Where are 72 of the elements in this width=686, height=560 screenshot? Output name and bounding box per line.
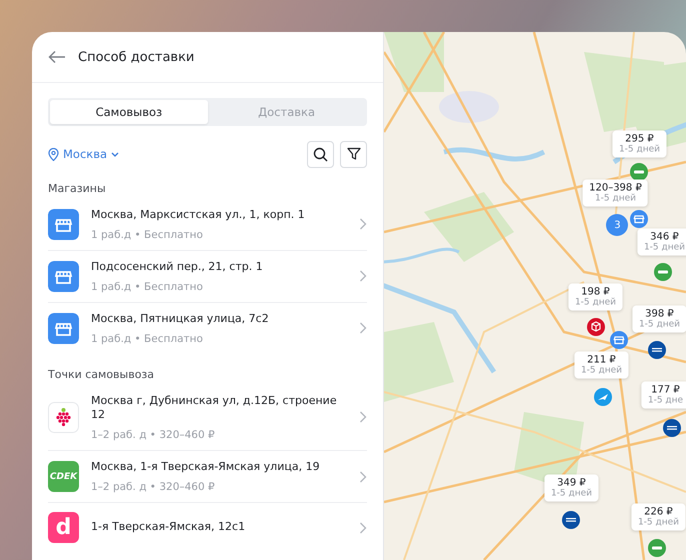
pin-price: 398 ₽: [645, 308, 674, 320]
pin-days: 1-5 дней: [594, 194, 636, 204]
pickup-address[interactable]: Подсосенский пер., 21, стр. 1: [91, 260, 348, 275]
search-icon: [313, 146, 328, 162]
pin-price: 349 ₽: [557, 478, 586, 488]
box-marker-icon[interactable]: [587, 318, 606, 336]
delivery-details: 1–2 раб. д • 320–460 ₽: [91, 481, 216, 494]
chevron-down-icon: [111, 152, 120, 156]
pin-days: 1-5 дней: [580, 366, 622, 376]
chevron-right-icon[interactable]: [359, 218, 368, 230]
city-selector[interactable]: Москва: [48, 147, 120, 161]
pin-price: 120–398 ₽: [589, 182, 642, 194]
delivery-details: 1–2 раб. д • 320–460 ₽: [91, 429, 216, 442]
back-arrow-icon[interactable]: [48, 50, 66, 64]
berry-logo-icon: [48, 402, 79, 433]
pin-price: 211 ₽: [587, 354, 616, 366]
pickup-address[interactable]: Москва, Марксистская ул., 1, корп. 1: [91, 208, 348, 223]
store-marker-icon[interactable]: [610, 331, 628, 349]
tab[interactable]: Самовывоз: [50, 100, 208, 124]
price-pin[interactable]: 226 ₽ 1-5 дней: [632, 504, 685, 530]
post-marker-icon[interactable]: [562, 511, 580, 529]
section-title: Магазины: [48, 182, 107, 195]
delivery-details: 1 раб.д • Бесплатно: [91, 228, 204, 241]
pickup-marker-icon[interactable]: [654, 263, 672, 281]
store-logo-icon: [48, 260, 79, 292]
chevron-right-icon[interactable]: [359, 411, 368, 424]
pickup-marker-icon[interactable]: [630, 163, 648, 181]
chevron-right-icon[interactable]: [359, 470, 368, 483]
location-pin-icon: [48, 148, 59, 160]
pin-price: 295 ₽: [625, 134, 654, 144]
cdek-logo: CDEK: [48, 461, 79, 492]
pickup-address[interactable]: Москва, 1-я Тверская-Ямская улица, 19: [91, 460, 348, 476]
pin-price: 226 ₽: [644, 506, 673, 518]
price-pin[interactable]: 120–398 ₽ 1-5 дней: [583, 180, 648, 206]
pin-days: 1-5 дней: [638, 320, 680, 330]
filter-button[interactable]: [340, 140, 368, 168]
search-button[interactable]: [307, 140, 334, 168]
header-title: Способ доставки: [78, 50, 194, 64]
pickup-address[interactable]: Москва, Пятницкая улица, 7с2: [91, 312, 348, 327]
post-marker-icon[interactable]: [663, 419, 682, 437]
price-pin[interactable]: 349 ₽ 1-5 дней: [544, 474, 598, 502]
price-pin[interactable]: 346 ₽ 1-5 дней: [638, 228, 686, 256]
pin-days: 1-5 дней: [618, 144, 660, 154]
delivery-details: 1 раб.д • Бесплатно: [91, 280, 204, 293]
pin-price: 177 ₽: [651, 384, 680, 396]
chevron-right-icon[interactable]: [359, 522, 368, 534]
d-logo: d: [48, 512, 79, 544]
pin-days: 1-5 дней: [638, 518, 679, 528]
store-logo-icon: [48, 312, 79, 344]
plane-marker-icon[interactable]: [594, 388, 612, 406]
pin-days: 1-5 дней: [550, 488, 592, 498]
pin-days: 1-5 дне: [648, 396, 684, 406]
chevron-right-icon[interactable]: [359, 322, 368, 334]
store-logo-icon: [48, 208, 79, 240]
pin-days: 1-5 дней: [574, 298, 616, 308]
pin-price: 346 ₽: [650, 232, 679, 242]
filter-icon: [346, 147, 361, 161]
pickup-marker-icon[interactable]: [648, 539, 666, 557]
section-title: Точки самовывоза: [48, 368, 156, 381]
chevron-right-icon[interactable]: [359, 270, 368, 282]
price-pin[interactable]: 295 ₽ 1-5 дней: [612, 130, 666, 158]
price-pin[interactable]: 198 ₽ 1-5 дней: [568, 284, 622, 310]
store-marker-icon[interactable]: [630, 210, 648, 228]
pin-price: 198 ₽: [581, 286, 610, 298]
post-marker-icon[interactable]: [648, 341, 666, 359]
pickup-address[interactable]: 1-я Тверская-Ямская, 12с1: [91, 520, 348, 535]
delivery-details: 1 раб.д • Бесплатно: [91, 332, 204, 345]
price-pin[interactable]: 398 ₽ 1-5 дней: [632, 306, 686, 332]
pin-days: 1-5 дней: [644, 242, 685, 252]
price-pin[interactable]: 177 ₽ 1-5 дне: [642, 382, 686, 408]
pickup-address[interactable]: Москва г, Дубнинская ул, д.12Б, строение 12: [91, 394, 348, 424]
price-pin[interactable]: 211 ₽ 1-5 дней: [574, 352, 628, 378]
